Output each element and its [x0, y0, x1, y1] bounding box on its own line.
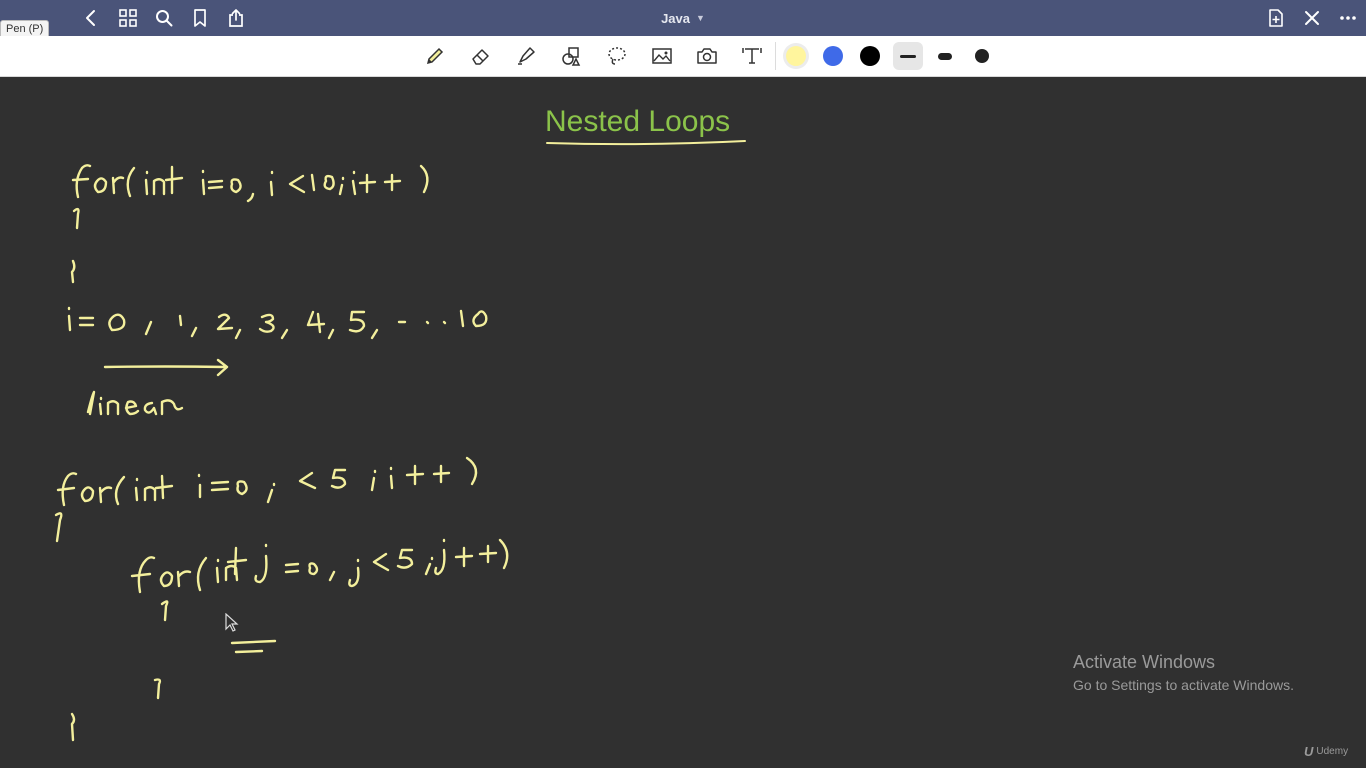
add-page-icon[interactable] [1263, 5, 1289, 31]
handwriting-line-for-i-10 [71, 164, 429, 203]
title-underline [546, 140, 746, 146]
chevron-down-icon[interactable]: ▼ [696, 13, 705, 23]
more-icon[interactable] [1335, 5, 1361, 31]
camera-icon[interactable] [691, 40, 723, 72]
udemy-label: Udemy [1316, 746, 1349, 757]
drawing-toolbar [0, 36, 1366, 88]
text-icon[interactable] [736, 40, 768, 72]
lasso-icon[interactable] [601, 40, 633, 72]
mouse-cursor-icon [225, 613, 239, 632]
stroke-size-thin[interactable] [893, 42, 923, 70]
shapes-icon[interactable] [555, 40, 587, 72]
share-icon[interactable] [223, 5, 249, 31]
document-title-text[interactable]: Java [661, 11, 690, 26]
canvas-title: Nested Loops [545, 105, 731, 138]
color-swatch-black[interactable] [860, 46, 880, 66]
udemy-logo-icon: U [1304, 744, 1314, 759]
highlighter-icon[interactable] [510, 40, 542, 72]
color-swatch-blue[interactable] [823, 46, 843, 66]
note-canvas[interactable]: Nested Loops Activate Windows Go to Sett… [0, 77, 1366, 768]
activate-windows-subtitle: Go to Settings to activate Windows. [1073, 677, 1294, 693]
close-icon[interactable] [1299, 5, 1325, 31]
title-bar: Java ▼ [0, 0, 1366, 36]
grid-icon[interactable] [115, 5, 141, 31]
activate-windows-title: Activate Windows [1073, 652, 1216, 672]
stroke-size-thick[interactable] [967, 42, 997, 70]
toolbar-divider [775, 42, 776, 70]
pen-icon[interactable] [419, 40, 451, 72]
eraser-icon[interactable] [465, 40, 497, 72]
back-icon[interactable] [78, 5, 104, 31]
image-icon[interactable] [646, 40, 678, 72]
stroke-size-medium[interactable] [930, 42, 960, 70]
search-icon[interactable] [151, 5, 177, 31]
color-swatch-yellow[interactable] [786, 46, 806, 66]
activate-windows-watermark: Activate Windows Go to Settings to activ… [1073, 652, 1294, 693]
udemy-watermark: U Udemy [1304, 744, 1348, 759]
bookmark-icon[interactable] [187, 5, 213, 31]
